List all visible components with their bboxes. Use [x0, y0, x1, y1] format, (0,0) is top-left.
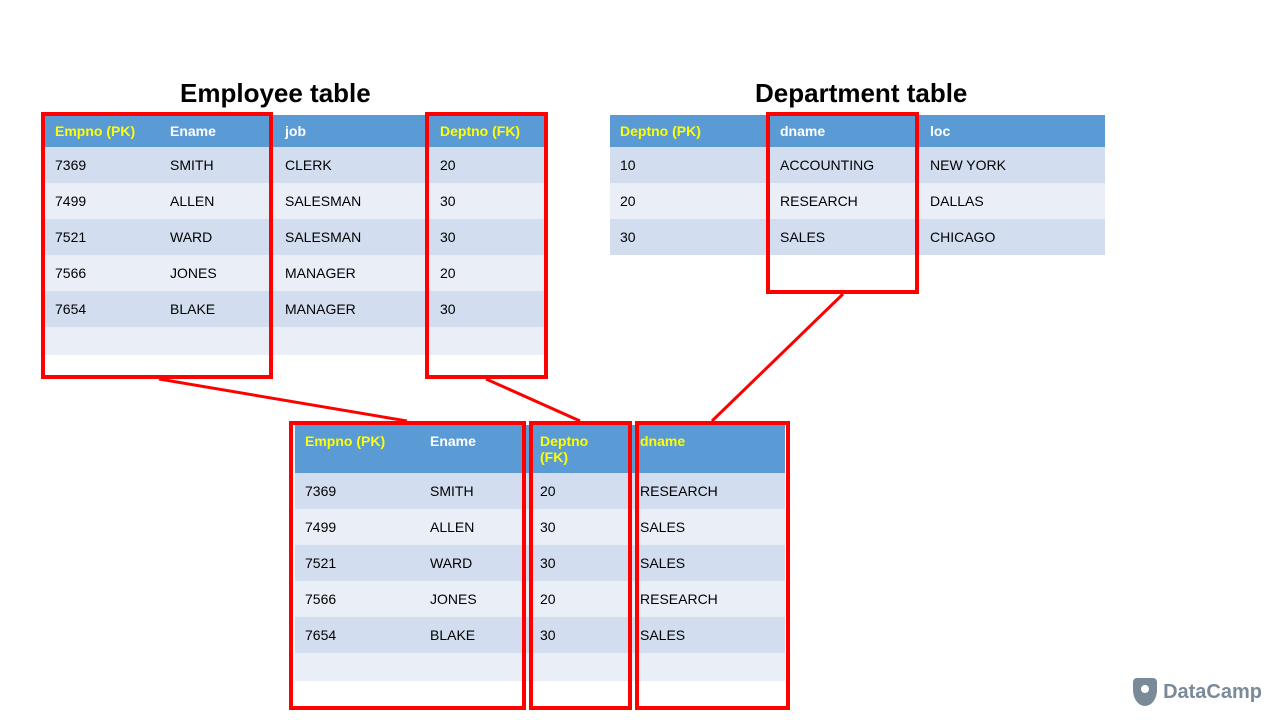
table-row: 7521WARDSALESMAN30 [45, 219, 545, 255]
table-cell: 30 [610, 219, 770, 255]
table-cell: 20 [430, 255, 545, 291]
table-row: 20RESEARCHDALLAS [610, 183, 1105, 219]
department-table: Deptno (PK) dname loc 10ACCOUNTINGNEW YO… [610, 115, 1105, 255]
table-cell [630, 653, 785, 681]
table-cell: RESEARCH [630, 473, 785, 509]
joined-header-deptno: Deptno (FK) [530, 425, 630, 473]
table-cell: BLAKE [160, 291, 275, 327]
employee-header-job: job [275, 115, 430, 147]
table-cell: 7566 [45, 255, 160, 291]
table-cell: ALLEN [420, 509, 530, 545]
table-cell [160, 327, 275, 355]
table-cell: 20 [530, 581, 630, 617]
brand-logo: DataCamp [1133, 678, 1262, 706]
table-cell: SALES [630, 545, 785, 581]
table-cell: JONES [160, 255, 275, 291]
department-header-deptno: Deptno (PK) [610, 115, 770, 147]
department-header-loc: loc [920, 115, 1105, 147]
table-cell: SALES [630, 617, 785, 653]
table-cell: 7654 [45, 291, 160, 327]
table-row: 7654BLAKE30SALES [295, 617, 785, 653]
table-cell: WARD [160, 219, 275, 255]
table-cell: WARD [420, 545, 530, 581]
table-cell: 7654 [295, 617, 420, 653]
table-cell: ACCOUNTING [770, 147, 920, 183]
table-cell: 30 [530, 617, 630, 653]
table-row: 7499ALLEN30SALES [295, 509, 785, 545]
table-cell: CLERK [275, 147, 430, 183]
employee-table: Empno (PK) Ename job Deptno (FK) 7369SMI… [45, 115, 545, 355]
table-row: 10ACCOUNTINGNEW YORK [610, 147, 1105, 183]
table-cell: SALES [630, 509, 785, 545]
table-cell [530, 653, 630, 681]
table-row: 7369SMITHCLERK20 [45, 147, 545, 183]
table-cell [430, 327, 545, 355]
employee-header-deptno: Deptno (FK) [430, 115, 545, 147]
table-cell: DALLAS [920, 183, 1105, 219]
table-cell: MANAGER [275, 291, 430, 327]
shield-icon [1133, 678, 1157, 706]
table-cell: 7369 [295, 473, 420, 509]
table-cell: 30 [430, 219, 545, 255]
table-cell: 20 [610, 183, 770, 219]
table-cell [420, 653, 530, 681]
table-cell: 20 [530, 473, 630, 509]
table-cell: SALES [770, 219, 920, 255]
brand-label: DataCamp [1163, 681, 1262, 704]
table-cell: SALESMAN [275, 183, 430, 219]
employee-header-ename: Ename [160, 115, 275, 147]
table-cell: MANAGER [275, 255, 430, 291]
table-cell: CHICAGO [920, 219, 1105, 255]
joined-header-empno: Empno (PK) [295, 425, 420, 473]
table-cell: 7499 [295, 509, 420, 545]
table-cell: 7521 [295, 545, 420, 581]
table-cell: 7499 [45, 183, 160, 219]
employee-header-empno: Empno (PK) [45, 115, 160, 147]
table-row [295, 653, 785, 681]
table-row: 7499ALLENSALESMAN30 [45, 183, 545, 219]
table-row: 30SALESCHICAGO [610, 219, 1105, 255]
table-row: 7521WARD30SALES [295, 545, 785, 581]
table-cell: 7566 [295, 581, 420, 617]
table-cell: 10 [610, 147, 770, 183]
joined-header-dname: dname [630, 425, 785, 473]
table-row: 7566JONESMANAGER20 [45, 255, 545, 291]
table-row: 7566JONES20RESEARCH [295, 581, 785, 617]
table-cell: NEW YORK [920, 147, 1105, 183]
table-row: 7369SMITH20RESEARCH [295, 473, 785, 509]
employee-table-title: Employee table [180, 78, 371, 109]
table-cell: RESEARCH [630, 581, 785, 617]
table-cell: 30 [530, 509, 630, 545]
department-table-title: Department table [755, 78, 967, 109]
table-cell: SALESMAN [275, 219, 430, 255]
table-cell: ALLEN [160, 183, 275, 219]
table-cell: SMITH [420, 473, 530, 509]
table-row: 7654BLAKEMANAGER30 [45, 291, 545, 327]
department-header-dname: dname [770, 115, 920, 147]
table-cell: SMITH [160, 147, 275, 183]
joined-header-ename: Ename [420, 425, 530, 473]
table-cell: RESEARCH [770, 183, 920, 219]
table-cell [275, 327, 430, 355]
table-cell: JONES [420, 581, 530, 617]
table-cell: BLAKE [420, 617, 530, 653]
table-cell: 30 [430, 291, 545, 327]
table-cell: 7521 [45, 219, 160, 255]
table-cell: 30 [530, 545, 630, 581]
table-cell: 7369 [45, 147, 160, 183]
table-cell: 20 [430, 147, 545, 183]
joined-table: Empno (PK) Ename Deptno (FK) dname 7369S… [295, 425, 785, 681]
table-row [45, 327, 545, 355]
table-cell: 30 [430, 183, 545, 219]
table-cell [45, 327, 160, 355]
table-cell [295, 653, 420, 681]
